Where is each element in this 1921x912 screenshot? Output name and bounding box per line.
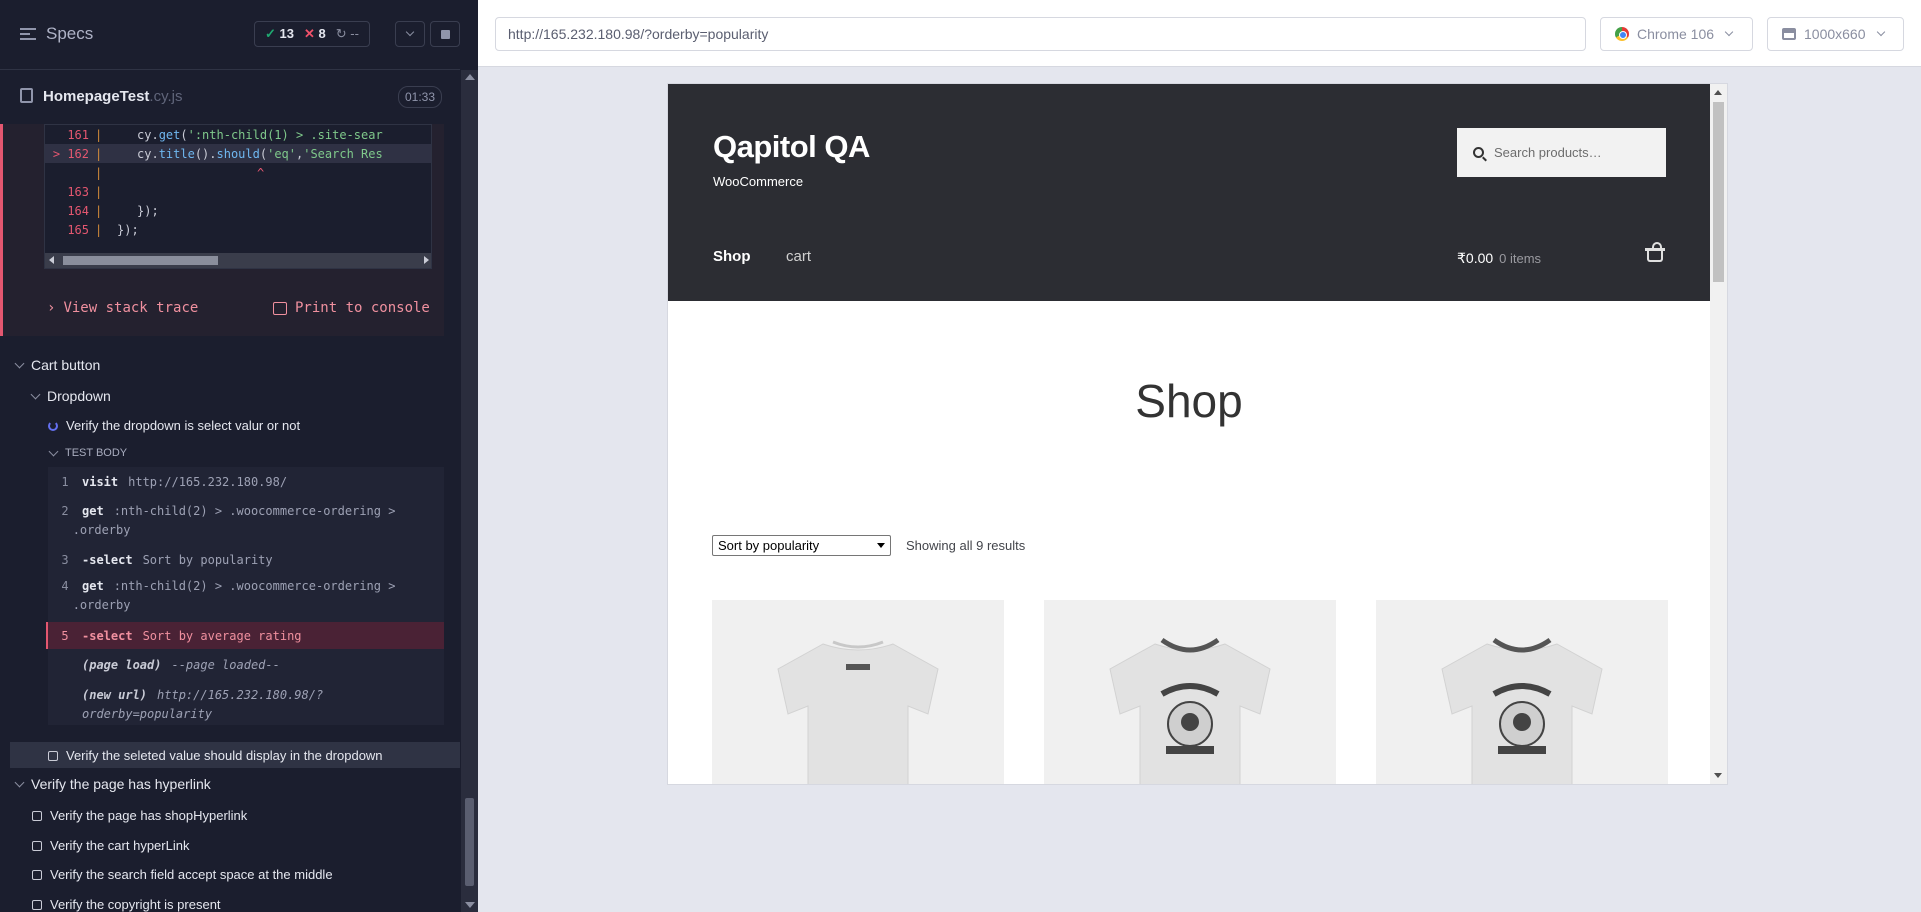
product-card[interactable]	[1044, 600, 1336, 784]
command-row[interactable]: 1 visit http://165.232.180.98/	[48, 475, 444, 489]
expand-collapse-button[interactable]	[395, 21, 425, 47]
scroll-thumb[interactable]	[63, 256, 218, 265]
suite-hyperlink[interactable]: Verify the page has hyperlink	[14, 776, 211, 792]
passed-count: ✓ 13	[265, 26, 294, 41]
command-row[interactable]: 3 -select Sort by popularity	[48, 553, 444, 567]
viewport-selector[interactable]: 1000x660	[1767, 17, 1904, 51]
command-row-page-load[interactable]: (page load) --page loaded--	[48, 658, 444, 672]
pending-checkbox-icon	[32, 840, 42, 851]
chevron-right-icon: ›	[47, 300, 56, 316]
chevron-down-icon	[48, 446, 59, 456]
print-to-console-link[interactable]: Print to console	[273, 300, 430, 316]
runner-top-bar: Specs ✓ 13 ✕ 8 ↻ --	[0, 0, 460, 70]
nav-cart-link[interactable]: cart	[786, 248, 811, 265]
scroll-right-icon	[424, 256, 429, 264]
specs-label: Specs	[46, 24, 94, 43]
pending-checkbox-icon	[48, 750, 58, 761]
site-title-link[interactable]: Qapitol QA	[713, 129, 870, 165]
stop-button[interactable]	[430, 21, 460, 47]
test-item[interactable]: Verify the search field accept space at …	[32, 867, 333, 882]
code-line: 163 |	[67, 184, 103, 199]
aut-scroll-thumb[interactable]	[1713, 102, 1724, 282]
aut-url-bar[interactable]: http://165.232.180.98/?orderby=popularit…	[495, 17, 1586, 51]
run-stats: ✓ 13 ✕ 8 ↻ --	[254, 21, 370, 47]
test-item[interactable]: Verify the page has shopHyperlink	[32, 808, 247, 823]
aut-scrollbar[interactable]	[1710, 84, 1727, 784]
product-card[interactable]	[1376, 600, 1668, 784]
scroll-down-icon[interactable]	[465, 902, 475, 908]
specs-toggle[interactable]: Specs	[20, 24, 93, 44]
search-icon	[1473, 147, 1484, 158]
test-item[interactable]: Verify the cart hyperLink	[32, 838, 189, 853]
browser-selector[interactable]: Chrome 106	[1600, 17, 1753, 51]
code-line: 165 |});	[67, 222, 139, 237]
chevron-down-icon	[405, 27, 415, 37]
command-row-new-url[interactable]: (new url) http://165.232.180.98/? orderby=…	[48, 686, 444, 724]
chevron-down-icon	[14, 358, 25, 368]
runner-scrollbar[interactable]	[461, 70, 478, 912]
tshirt-image	[1441, 637, 1603, 784]
aut-iframe: Qapitol QA WooCommerce Search products… …	[668, 84, 1727, 784]
pending-checkbox-icon	[32, 869, 42, 880]
test-dropdown-select[interactable]: Verify the dropdown is select valur or n…	[48, 418, 300, 433]
scroll-left-icon	[49, 256, 54, 264]
select-arrow-icon	[877, 543, 885, 548]
product-card[interactable]	[712, 600, 1004, 784]
nav-shop-link[interactable]: Shop	[713, 248, 751, 265]
orderby-select[interactable]: Sort by popularity	[712, 535, 891, 556]
code-horizontal-scrollbar[interactable]	[45, 253, 431, 268]
page-title: Shop	[1135, 375, 1243, 427]
chevron-down-icon	[1876, 27, 1885, 37]
product-search-input[interactable]: Search products…	[1457, 128, 1666, 177]
spec-duration: 01:33	[398, 86, 443, 108]
code-line: 161 | cy.get(':nth-child(1) > .site-sear	[67, 127, 383, 142]
search-placeholder: Search products…	[1494, 145, 1602, 160]
chevron-down-icon	[14, 777, 25, 787]
suite-cart-button[interactable]: Cart button	[14, 357, 100, 373]
view-stack-trace-link[interactable]: › View stack trace	[47, 300, 198, 316]
command-log: 1 visit http://165.232.180.98/ 2 get:nth-ch…	[46, 467, 444, 725]
test-item[interactable]: Verify the copyright is present	[32, 897, 221, 912]
chevron-down-icon	[1724, 27, 1734, 37]
pending-checkbox-icon	[32, 810, 42, 821]
tshirt-image	[1109, 637, 1271, 784]
console-icon	[273, 301, 287, 315]
site-description: WooCommerce	[713, 174, 804, 189]
spec-file-name[interactable]: HomepageTest.cy.js	[43, 88, 182, 105]
code-line: | ^	[95, 165, 265, 180]
runner-scroll-thumb[interactable]	[465, 798, 474, 886]
chevron-down-icon	[30, 389, 41, 399]
spec-file-header: HomepageTest.cy.js 01:33	[0, 80, 460, 114]
command-row-failed[interactable]: 5 -select Sort by average rating	[46, 622, 444, 649]
specs-list-icon	[20, 28, 36, 40]
failed-count: ✕ 8	[303, 26, 326, 41]
code-line: 164 |});	[67, 203, 159, 218]
site-header: Qapitol QA WooCommerce Search products… …	[668, 84, 1710, 301]
code-frame: 161 | cy.get(':nth-child(1) > .site-sear >…	[44, 124, 432, 269]
test-body-toggle[interactable]: TEST BODY	[48, 446, 127, 459]
viewport-icon	[1782, 28, 1796, 40]
code-line-error: > 162 | cy.title().should('eq','Search Res	[45, 144, 431, 163]
document-icon	[20, 88, 33, 103]
pending-checkbox-icon	[32, 899, 42, 910]
runner-panel: Specs ✓ 13 ✕ 8 ↻ -- HomepageTest.cy.js 0…	[0, 0, 478, 912]
basket-icon[interactable]	[1645, 242, 1665, 262]
result-count: Showing all 9 results	[906, 538, 1026, 553]
tshirt-image	[777, 640, 939, 784]
test-selected-value[interactable]: Verify the seleted value should display …	[48, 748, 383, 763]
aut-header: http://165.232.180.98/?orderby=popularit…	[478, 0, 1921, 67]
scroll-down-icon[interactable]	[1714, 773, 1722, 778]
running-spinner-icon	[48, 420, 58, 431]
command-row[interactable]: 4 get:nth-child(2) > .woocommerce-orderin…	[48, 577, 444, 615]
scroll-up-icon[interactable]	[465, 74, 475, 80]
suite-dropdown[interactable]: Dropdown	[30, 388, 111, 404]
command-row[interactable]: 2 get:nth-child(2) > .woocommerce-orderin…	[48, 502, 444, 540]
scroll-up-icon[interactable]	[1714, 90, 1722, 95]
stop-icon	[440, 29, 450, 39]
header-cart-link[interactable]: ₹0.00 0 items	[1457, 250, 1541, 267]
pending-count: ↻ --	[335, 26, 359, 41]
chrome-icon	[1615, 27, 1629, 41]
